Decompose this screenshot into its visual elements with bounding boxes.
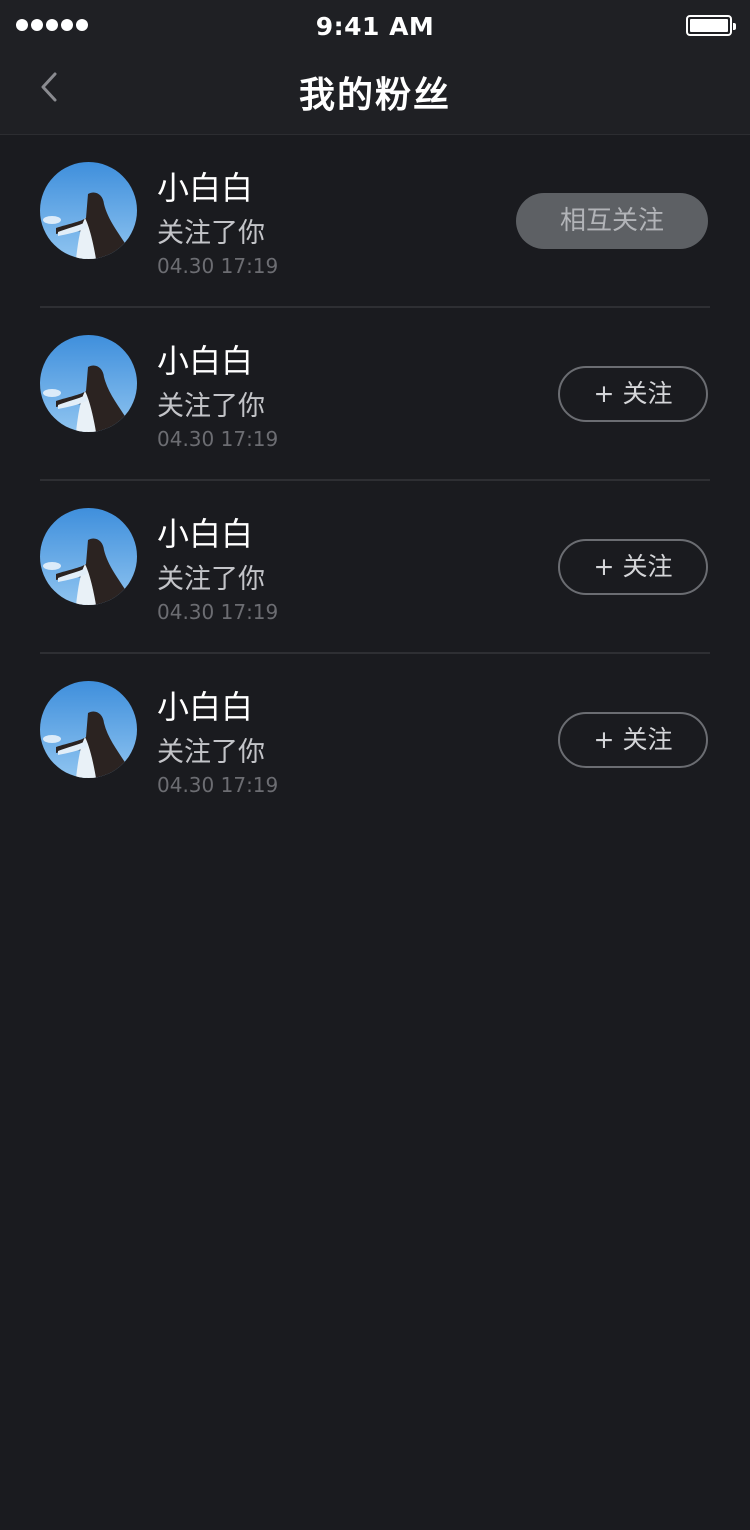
mutual-follow-button[interactable]: 相互关注 bbox=[516, 193, 708, 249]
fan-row[interactable]: 小白白 关注了你 04.30 17:19 相互关注 bbox=[40, 135, 710, 308]
fan-row[interactable]: 小白白 关注了你 04.30 17:19 + 关注 bbox=[40, 308, 710, 481]
nav-bar: 我的粉丝 bbox=[0, 52, 750, 135]
fans-screen: 9:41 AM 我的粉丝 小白白 关注了你 04.30 17:19 相互关注 小… bbox=[0, 0, 750, 1530]
fan-action-text: 关注了你 bbox=[157, 391, 265, 422]
fan-name: 小白白 bbox=[157, 688, 254, 726]
fan-follow-time: 04.30 17:19 bbox=[157, 600, 279, 624]
fan-action-text: 关注了你 bbox=[157, 564, 265, 595]
status-bar: 9:41 AM bbox=[0, 0, 750, 52]
battery-full-icon bbox=[686, 15, 736, 36]
follow-button[interactable]: + 关注 bbox=[558, 712, 708, 768]
avatar[interactable] bbox=[40, 162, 137, 259]
fan-follow-time: 04.30 17:19 bbox=[157, 254, 279, 278]
fan-name: 小白白 bbox=[157, 169, 254, 207]
avatar[interactable] bbox=[40, 508, 137, 605]
fan-list: 小白白 关注了你 04.30 17:19 相互关注 小白白 关注了你 04.30… bbox=[40, 135, 710, 827]
follow-button[interactable]: + 关注 bbox=[558, 539, 708, 595]
fan-name: 小白白 bbox=[157, 515, 254, 553]
avatar[interactable] bbox=[40, 335, 137, 432]
fan-follow-time: 04.30 17:19 bbox=[157, 427, 279, 451]
fan-row[interactable]: 小白白 关注了你 04.30 17:19 + 关注 bbox=[40, 654, 710, 827]
fan-follow-time: 04.30 17:19 bbox=[157, 773, 279, 797]
fan-name: 小白白 bbox=[157, 342, 254, 380]
follow-button[interactable]: + 关注 bbox=[558, 366, 708, 422]
fan-action-text: 关注了你 bbox=[157, 737, 265, 768]
avatar[interactable] bbox=[40, 681, 137, 778]
status-time: 9:41 AM bbox=[315, 12, 435, 41]
fan-row[interactable]: 小白白 关注了你 04.30 17:19 + 关注 bbox=[40, 481, 710, 654]
page-title: 我的粉丝 bbox=[298, 75, 451, 116]
fan-action-text: 关注了你 bbox=[157, 218, 265, 249]
